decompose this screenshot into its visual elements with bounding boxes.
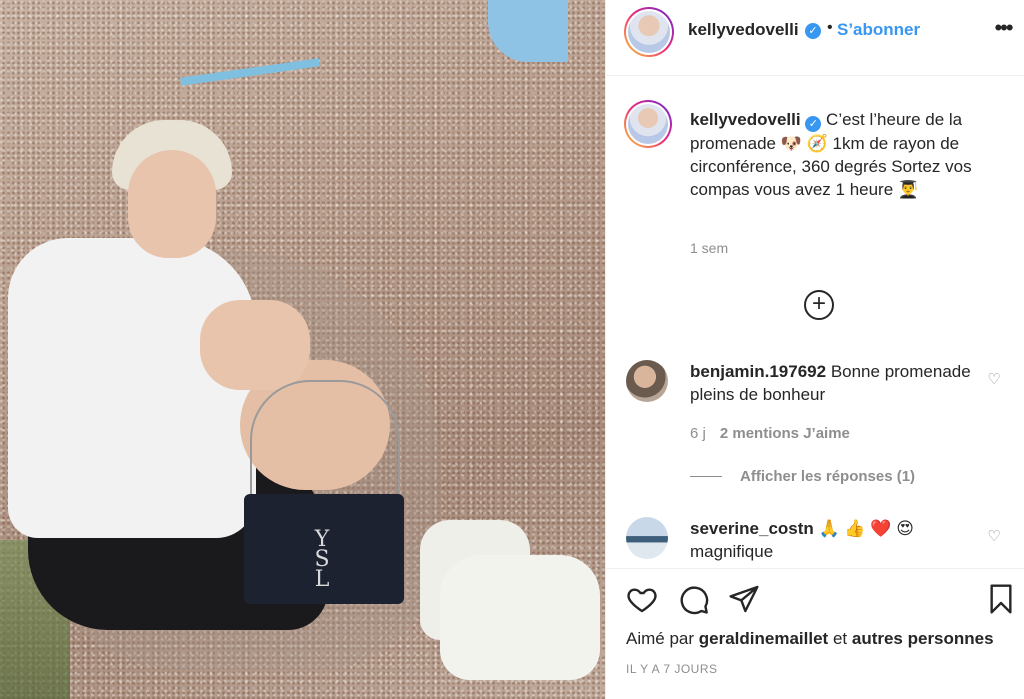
post-image[interactable]: YSL (0, 0, 605, 699)
photo-boot (440, 555, 600, 680)
photo-handbag-logo: YSL (314, 527, 330, 592)
comment-username[interactable]: severine_costn (690, 519, 814, 538)
photo-shirt (8, 238, 256, 538)
liked-by-line: Aimé par geraldinemaillet et autres pers… (626, 629, 994, 649)
view-replies-button[interactable]: Afficher les réponses (1) (690, 468, 915, 485)
photo-arm (200, 300, 310, 390)
view-replies-label: Afficher les réponses (1) (740, 468, 916, 485)
comment-meta: 6 j 2 mentions J’aime (690, 425, 850, 442)
verified-icon: ✓ (805, 23, 821, 39)
caption-timestamp[interactable]: 1 sem (690, 240, 728, 256)
follow-button[interactable]: S’abonner (837, 20, 920, 40)
post-header: kellyvedovelli ✓ • S’abonner ••• (606, 0, 1024, 76)
author-avatar[interactable] (624, 7, 674, 57)
liked-by-prefix: Aimé par (626, 629, 695, 648)
post-sidebar: kellyvedovelli ✓ • S’abonner ••• kellyve… (605, 0, 1024, 699)
post-date[interactable]: IL Y A 7 JOURS (626, 662, 718, 676)
replies-divider (690, 476, 722, 477)
photo-bag-strap (250, 380, 400, 500)
liked-by-and: et (832, 629, 848, 648)
comment-age[interactable]: 6 j (690, 425, 706, 442)
post-actions: Aimé par geraldinemaillet et autres pers… (606, 568, 1024, 699)
comment-likes-count[interactable]: 2 mentions J’aime (720, 425, 850, 442)
comment-like-heart-icon[interactable]: ♡ (985, 370, 1003, 388)
commenter-avatar[interactable] (626, 360, 668, 402)
comment-body: benjamin.197692 Bonne promenade pleins d… (690, 360, 980, 406)
caption-avatar[interactable] (624, 100, 672, 148)
load-more-comments-icon[interactable]: + (804, 290, 834, 320)
comment-bubble-icon[interactable] (678, 583, 710, 615)
caption-username[interactable]: kellyvedovelli (690, 110, 801, 129)
comment-body: severine_costn 🙏 👍 ❤️ 😍 magnifique (690, 517, 980, 563)
liked-by-others[interactable]: autres personnes (852, 629, 994, 648)
caption-body: kellyvedovelli ✓ C’est l’heure de la pro… (690, 108, 1000, 201)
liked-by-user[interactable]: geraldinemaillet (699, 629, 828, 648)
like-heart-icon[interactable] (626, 583, 658, 615)
author-username[interactable]: kellyvedovelli (688, 20, 799, 40)
photo-face (128, 150, 216, 258)
photo-sky-stripe (180, 58, 320, 86)
commenter-avatar[interactable] (626, 517, 668, 559)
photo-sky (488, 0, 568, 62)
save-bookmark-icon[interactable] (985, 583, 1017, 615)
separator-dot: • (827, 19, 833, 36)
comment-username[interactable]: benjamin.197692 (690, 362, 826, 381)
verified-icon: ✓ (805, 116, 822, 132)
more-options-icon[interactable]: ••• (991, 17, 1015, 42)
share-paper-plane-icon[interactable] (728, 583, 760, 615)
comment-like-heart-icon[interactable]: ♡ (985, 527, 1003, 545)
